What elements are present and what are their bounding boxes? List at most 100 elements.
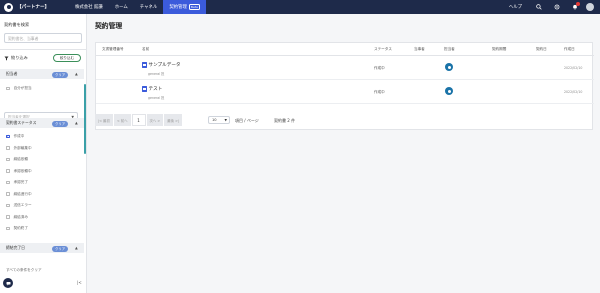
checkbox[interactable] [6,134,10,139]
checkbox[interactable] [6,226,10,231]
filter-label: 絞り込み [11,55,28,60]
search-input[interactable] [4,33,82,43]
nav-company[interactable]: 株式会社 館謙 [69,0,109,14]
clear-button[interactable]: クリア [52,120,69,127]
nav-home[interactable]: ホーム [109,0,134,14]
checkbox[interactable] [6,203,10,208]
chevron-down-icon: ▼ [224,118,227,122]
column-header[interactable]: 作成日 [564,47,575,52]
apply-filter-button[interactable]: 絞り込む [53,54,81,62]
status-option-label: 締結依頼 [13,157,28,161]
notification-dot [576,2,580,6]
status-option[interactable]: 締結済み [6,215,28,220]
row-sub: general 担 [148,72,165,76]
per-page-label: 項目 / ページ [235,118,259,123]
status-option[interactable]: 契約終了 [6,226,28,231]
sidebar: 契約書を検索 絞り込み 絞り込む 担当者 クリア ▲ 自分が担当 担当者を選択 … [0,14,87,293]
checkbox[interactable] [6,192,10,196]
row-date: 2022/02/10 [564,90,583,94]
clear-button[interactable]: クリア [52,245,69,252]
nav-contract-management[interactable]: 契約管理 Beta [163,0,206,14]
beta-badge: Beta [188,4,200,10]
bell-icon[interactable] [568,0,582,14]
top-nav: 【パートナー】 株式会社 館謙 ホーム チャネル 契約管理 Beta ヘルプ [0,0,600,14]
checkbox[interactable] [6,146,10,150]
checkbox[interactable] [6,215,10,219]
status-option-label: 締結進行中 [13,191,32,196]
table-row[interactable]: テスト general 担 作成中 2022/02/10 [96,80,594,104]
chat-icon[interactable] [3,278,13,288]
search-icon[interactable] [532,0,546,14]
app-logo-icon[interactable] [4,2,13,12]
assignee-avatar-icon [445,63,453,71]
status-option-label: 締結済み [13,214,28,219]
status-option[interactable]: 締結進行中 [6,192,32,197]
search-label: 契約書を検索 [4,22,30,27]
table-row[interactable]: サンプルデータ general 担 作成中 2022/02/10 [96,56,594,80]
column-header[interactable]: 当事者 [414,47,425,52]
status-option-label: 承認依頼中 [13,168,32,173]
row-sub: general 担 [148,96,165,100]
clear-button[interactable]: クリア [52,71,69,78]
help-link[interactable]: ヘルプ [509,4,522,10]
checkbox[interactable] [6,169,10,173]
filter-header: 絞り込み [4,55,28,61]
chevron-up-icon[interactable]: ▲ [75,121,78,125]
column-header[interactable]: 名前 [142,47,149,52]
sidebar-scrollbar[interactable] [84,84,86,154]
row-name[interactable]: テスト [149,86,163,92]
first-page-button[interactable]: |< 最初 [95,114,113,126]
status-option-label: 承認完了 [13,180,28,184]
status-option[interactable]: 承認依頼中 [6,169,32,174]
checkbox-row[interactable]: 自分が担当 [6,86,32,91]
clear-all-link[interactable]: すべての条件をクリア [6,268,42,273]
section-status[interactable]: 契約書ステータス クリア ▲ [0,118,84,128]
section-title: 締結完了日 [6,245,25,250]
user-avatar[interactable] [586,3,594,11]
chevron-up-icon[interactable]: ▲ [75,72,78,76]
row-name[interactable]: サンプルデータ [149,62,181,68]
document-icon [142,86,147,92]
nav-channel[interactable]: チャネル [134,0,164,14]
table-header: 文書管理番号 名前 ステータス 当事者 担当者 契約期間 契約日 作成日 [96,43,594,56]
page-title: 契約管理 [95,22,123,30]
nav-contract-label: 契約管理 [169,5,187,10]
next-page-button[interactable]: 次へ > [146,114,164,126]
status-option[interactable]: 外部編集中 [6,146,32,151]
row-status: 作成中 [374,66,385,70]
row-title[interactable]: テスト [142,86,162,92]
column-header[interactable]: 担当者 [444,47,455,52]
filter-icon [4,56,9,60]
checkbox[interactable] [6,86,10,91]
checkbox[interactable] [6,157,10,162]
collapse-sidebar-icon[interactable]: |< [77,280,82,285]
section-assignee[interactable]: 担当者 クリア ▲ [0,69,84,79]
pagination: |< 最初 < 前へ 1 次へ > 最後 >| [95,114,183,126]
gear-icon[interactable] [550,0,564,14]
status-option[interactable]: 締結依頼 [6,157,28,162]
section-title: 契約書ステータス [6,120,37,125]
section-date[interactable]: 締結完了日 クリア ▲ [0,243,84,253]
assignee-avatar-icon [445,87,453,95]
prev-page-button[interactable]: < 前へ [113,114,131,126]
status-option[interactable]: 承認完了 [6,180,28,185]
row-date: 2022/02/10 [564,66,583,70]
per-page-select[interactable]: 10 ▼ [208,116,230,124]
row-title[interactable]: サンプルデータ [142,62,181,68]
column-header[interactable]: ステータス [374,47,392,52]
checkbox[interactable] [6,180,10,185]
row-status: 作成中 [374,90,385,94]
last-page-button[interactable]: 最後 >| [164,114,183,126]
status-option-label: 作成中 [13,134,25,138]
column-header[interactable]: 契約期間 [492,47,506,52]
status-option-label: 外部編集中 [13,145,32,150]
document-icon [142,62,147,68]
chevron-up-icon[interactable]: ▲ [75,246,78,250]
per-page-value: 10 [212,118,217,122]
divider [0,49,87,50]
status-option[interactable]: 作成中 [6,134,24,139]
current-page[interactable]: 1 [131,114,146,126]
column-header[interactable]: 文書管理番号 [102,47,124,52]
column-header[interactable]: 契約日 [536,47,547,52]
status-option[interactable]: 送信エラー [6,203,32,208]
